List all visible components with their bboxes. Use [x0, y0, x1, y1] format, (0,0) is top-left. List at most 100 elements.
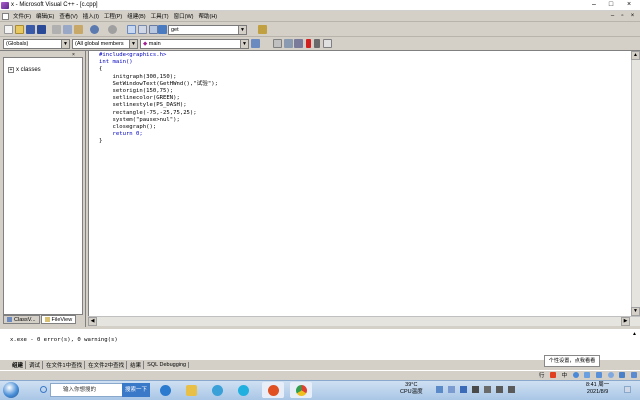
cpu-temperature[interactable]: 39°C CPU温度	[400, 382, 423, 396]
taskbar-edge[interactable]	[154, 382, 176, 398]
taskbar-app[interactable]	[206, 382, 228, 398]
horizontal-scrollbar[interactable]: ◀ ▶	[88, 316, 640, 326]
code-line: {	[99, 66, 103, 73]
members-combo-value: main	[148, 41, 161, 47]
compile-icon[interactable]	[273, 39, 282, 48]
scroll-up-icon[interactable]: ▲	[631, 51, 640, 60]
execute-icon[interactable]	[306, 39, 311, 48]
code-line: #include<graphics.h>	[99, 52, 167, 58]
tray-bluetooth-icon[interactable]	[460, 386, 467, 393]
tray-chevron-icon[interactable]	[472, 386, 479, 393]
scroll-down-icon[interactable]: ▼	[631, 307, 640, 316]
code-line: return 0;	[99, 131, 143, 138]
tray-app-icon[interactable]	[448, 386, 455, 393]
new-file-icon[interactable]	[4, 25, 13, 34]
menu-tools[interactable]: 工具(T)	[151, 12, 169, 20]
skin-icon[interactable]	[607, 371, 614, 378]
menu-edit[interactable]: 编辑(E)	[36, 12, 54, 20]
undo-icon[interactable]	[90, 25, 99, 34]
minimize-button[interactable]: –	[586, 0, 602, 10]
child-restore-button[interactable]: ▫	[618, 12, 627, 21]
find-combo[interactable]: get ▼	[168, 25, 247, 35]
tab-build[interactable]: 组建	[10, 361, 27, 369]
breakpoint-icon[interactable]	[323, 39, 332, 48]
menu-window[interactable]: 窗口(W)	[174, 12, 194, 20]
output-scroll-up-icon[interactable]: ▲	[632, 331, 637, 337]
menu-project[interactable]: 工程(P)	[104, 12, 122, 20]
source-code[interactable]: #include<graphics.h> int main() { initgr…	[99, 52, 218, 146]
paste-icon[interactable]	[74, 25, 83, 34]
chevron-down-icon[interactable]: ▼	[238, 26, 246, 34]
tray-battery-icon[interactable]	[484, 386, 491, 393]
scroll-left-icon[interactable]: ◀	[88, 317, 97, 326]
menu-insert[interactable]: 插入(I)	[83, 12, 99, 20]
chevron-down-icon[interactable]: ▼	[61, 40, 69, 48]
taskbar-visual-cpp[interactable]	[262, 382, 284, 398]
ime-mode[interactable]: 中	[562, 371, 568, 379]
taskbar-clock[interactable]: 8:41 周一 2021/8/9	[586, 382, 609, 396]
maximize-button[interactable]: □	[603, 0, 619, 10]
tab-debug[interactable]: 调试	[27, 361, 44, 369]
find-icon[interactable]	[258, 25, 267, 34]
child-close-button[interactable]: ×	[628, 12, 637, 21]
start-button[interactable]	[3, 382, 19, 398]
notification-icon[interactable]	[624, 386, 631, 393]
workspace-icon[interactable]	[127, 25, 136, 34]
find-in-files-icon[interactable]	[158, 25, 167, 34]
voice-icon[interactable]	[584, 371, 591, 378]
keyboard-icon[interactable]	[596, 371, 603, 378]
tab-results[interactable]: 结果	[128, 361, 145, 369]
tree-root-node[interactable]: + x classes	[8, 67, 41, 73]
taskbar-explorer[interactable]	[180, 382, 202, 398]
copy-icon[interactable]	[63, 25, 72, 34]
menu-view[interactable]: 查看(V)	[59, 12, 77, 20]
grid-icon[interactable]	[631, 371, 638, 378]
tab-find-in-files-1[interactable]: 在文件1中查找	[44, 361, 86, 369]
scroll-right-icon[interactable]: ▶	[621, 317, 630, 326]
members-combo[interactable]: ◆ main ▼	[140, 39, 249, 49]
cut-icon[interactable]	[52, 25, 61, 34]
tab-find-in-files-2[interactable]: 在文件2中查找	[86, 361, 128, 369]
punctuation-icon[interactable]	[572, 371, 579, 378]
search-icon	[40, 386, 47, 393]
window-title: x - Microsoft Visual C++ - [c.cpp]	[11, 2, 98, 8]
tab-classview-label: ClassV...	[14, 316, 36, 323]
expand-icon[interactable]: +	[8, 67, 14, 73]
filter-combo[interactable]: (All global members ▼	[72, 39, 138, 49]
clock-time: 8:41 周一	[586, 382, 610, 388]
save-all-icon[interactable]	[37, 25, 46, 34]
go-icon[interactable]	[314, 39, 320, 48]
tab-classview[interactable]: ClassV...	[3, 315, 40, 324]
close-button[interactable]: ×	[621, 0, 637, 10]
taskbar-media[interactable]	[232, 382, 254, 398]
toolbox-icon[interactable]	[619, 371, 626, 378]
sogou-icon[interactable]	[550, 371, 556, 378]
vertical-scrollbar[interactable]: ▲ ▼	[631, 51, 640, 316]
tray-network-icon[interactable]	[436, 386, 443, 393]
save-icon[interactable]	[26, 25, 35, 34]
title-bar: x - Microsoft Visual C++ - [c.cpp] – □ ×	[0, 0, 640, 11]
menu-file[interactable]: 文件(F)	[13, 12, 31, 20]
code-editor[interactable]: #include<graphics.h> int main() { initgr…	[88, 51, 631, 316]
taskbar-chrome[interactable]	[290, 382, 312, 398]
build-icon[interactable]	[284, 39, 293, 48]
tab-fileview[interactable]: FileView	[40, 315, 77, 324]
menu-help[interactable]: 帮助(H)	[199, 12, 218, 20]
tray-volume-icon[interactable]	[508, 386, 515, 393]
windows-icon[interactable]	[149, 25, 158, 34]
class-combo[interactable]: (Globals) ▼	[3, 39, 70, 49]
open-folder-icon[interactable]	[15, 25, 24, 34]
stop-build-icon[interactable]	[294, 39, 303, 48]
redo-icon[interactable]	[108, 25, 117, 34]
tray-wifi-icon[interactable]	[496, 386, 503, 393]
output-icon[interactable]	[138, 25, 147, 34]
build-output-text: x.exe - 0 error(s), 0 warning(s)	[10, 337, 118, 343]
menu-build[interactable]: 组建(B)	[127, 12, 145, 20]
chevron-down-icon[interactable]: ▼	[129, 40, 137, 48]
child-minimize-button[interactable]: –	[608, 12, 617, 21]
cpu-temp-value: 39°C	[405, 382, 418, 388]
wizard-action-icon[interactable]	[251, 39, 260, 48]
tab-sql-debugging[interactable]: SQL Debugging	[145, 362, 190, 368]
chevron-down-icon[interactable]: ▼	[240, 40, 248, 48]
search-button[interactable]: 搜索一下	[122, 383, 150, 397]
